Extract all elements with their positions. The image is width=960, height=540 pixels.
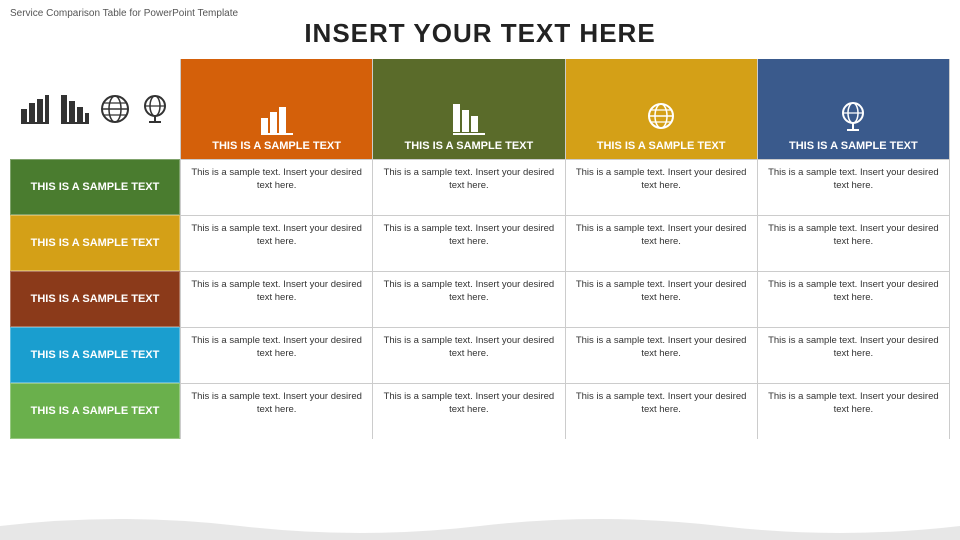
bar-chart-decline-icon [59,93,91,125]
icon-header [10,59,180,159]
cell-3-4: This is a sample text. Insert your desir… [566,327,757,383]
globe-stand-icon-1 [139,93,171,125]
col4-icon [835,100,871,136]
cell-1-2: This is a sample text. Insert your desir… [181,215,372,271]
cell-2-5: This is a sample text. Insert your desir… [373,383,564,439]
data-col-4: THIS IS A SAMPLE TEXT This is a sample t… [757,59,950,439]
col3-icon [643,100,679,136]
cell-2-1: This is a sample text. Insert your desir… [373,159,564,215]
cell-3-3: This is a sample text. Insert your desir… [566,271,757,327]
left-column: THIS IS A SAMPLE TEXT THIS IS A SAMPLE T… [10,59,180,439]
col2-icon [451,100,487,136]
cell-4-3: This is a sample text. Insert your desir… [758,271,949,327]
watermark: Service Comparison Table for PowerPoint … [10,8,238,19]
cell-1-1: This is a sample text. Insert your desir… [181,159,372,215]
col3-header-text: THIS IS A SAMPLE TEXT [597,140,726,153]
cell-4-4: This is a sample text. Insert your desir… [758,327,949,383]
cell-4-2: This is a sample text. Insert your desir… [758,215,949,271]
row-label-2: THIS IS A SAMPLE TEXT [10,215,180,271]
cell-2-4: This is a sample text. Insert your desir… [373,327,564,383]
col-header-1: THIS IS A SAMPLE TEXT [181,59,372,159]
col4-header-text: THIS IS A SAMPLE TEXT [789,140,918,153]
wave-decoration [0,512,960,540]
cell-1-5: This is a sample text. Insert your desir… [181,383,372,439]
cell-1-4: This is a sample text. Insert your desir… [181,327,372,383]
row-label-5: THIS IS A SAMPLE TEXT [10,383,180,439]
cell-3-5: This is a sample text. Insert your desir… [566,383,757,439]
col-header-3: THIS IS A SAMPLE TEXT [566,59,757,159]
data-col-2: THIS IS A SAMPLE TEXT This is a sample t… [372,59,564,439]
cell-1-3: This is a sample text. Insert your desir… [181,271,372,327]
comparison-table: THIS IS A SAMPLE TEXT THIS IS A SAMPLE T… [0,59,960,439]
row-label-3: THIS IS A SAMPLE TEXT [10,271,180,327]
cell-3-1: This is a sample text. Insert your desir… [566,159,757,215]
row-label-4: THIS IS A SAMPLE TEXT [10,327,180,383]
col2-header-text: THIS IS A SAMPLE TEXT [404,140,533,153]
col1-header-text: THIS IS A SAMPLE TEXT [212,140,341,153]
data-col-1: THIS IS A SAMPLE TEXT This is a sample t… [180,59,372,439]
cell-4-1: This is a sample text. Insert your desir… [758,159,949,215]
globe-icon-1 [99,93,131,125]
cell-3-2: This is a sample text. Insert your desir… [566,215,757,271]
col-header-2: THIS IS A SAMPLE TEXT [373,59,564,159]
col1-icon [259,100,295,136]
row-label-1: THIS IS A SAMPLE TEXT [10,159,180,215]
data-columns: THIS IS A SAMPLE TEXT This is a sample t… [180,59,950,439]
col-header-4: THIS IS A SAMPLE TEXT [758,59,949,159]
cell-2-2: This is a sample text. Insert your desir… [373,215,564,271]
cell-4-5: This is a sample text. Insert your desir… [758,383,949,439]
cell-2-3: This is a sample text. Insert your desir… [373,271,564,327]
bar-chart-icon-1 [19,93,51,125]
data-col-3: THIS IS A SAMPLE TEXT This is a sample t… [565,59,757,439]
